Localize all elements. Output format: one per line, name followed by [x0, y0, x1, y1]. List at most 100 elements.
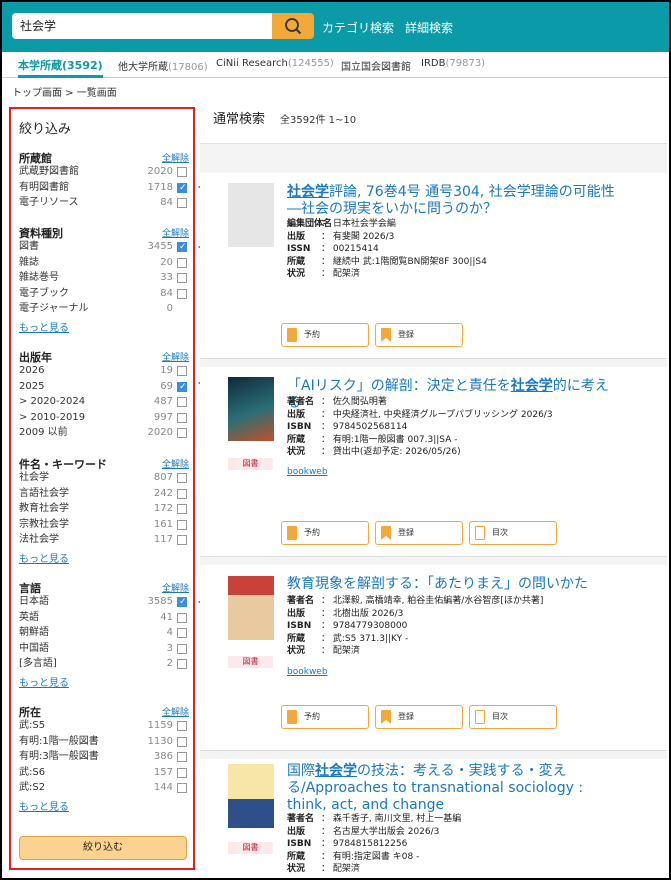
clear-filter-link[interactable]: 全解除 — [162, 457, 189, 470]
filter-checkbox[interactable] — [177, 721, 187, 731]
metadata-key: 所蔵 — [287, 434, 306, 445]
filter-option[interactable]: 電子ジャーナル 0 — [19, 302, 187, 316]
filter-option-label: 日本語 — [19, 596, 49, 607]
bookmark-button[interactable]: 登録 — [375, 323, 463, 347]
filter-option[interactable]: 教育社会学 172 — [19, 502, 187, 516]
filter-option[interactable]: 電子ブック 84 — [19, 287, 187, 301]
filter-checkbox[interactable] — [177, 488, 187, 499]
clear-filter-link[interactable]: 全解除 — [162, 226, 189, 239]
show-more-link[interactable]: もっと見る — [19, 319, 69, 334]
filter-option[interactable]: 有明図書館 1718 — [19, 181, 187, 195]
filter-option-count: 157 — [153, 766, 173, 778]
metadata-value: ： 9784502568114 — [321, 422, 408, 432]
filter-option[interactable]: 武:S2 144 — [19, 781, 187, 795]
filter-checkbox[interactable] — [177, 380, 187, 394]
clear-filter-link[interactable]: 全解除 — [162, 151, 189, 164]
filter-checkbox[interactable] — [177, 783, 187, 794]
filter-checkbox[interactable] — [177, 167, 187, 177]
filter-checkbox[interactable] — [177, 595, 187, 609]
filter-option[interactable]: 電子リソース 84 — [19, 196, 187, 210]
results-summary: 全3592件 1~10 — [280, 115, 357, 126]
filter-checkbox[interactable] — [177, 240, 187, 254]
filter-checkbox[interactable] — [177, 257, 187, 268]
record-title-link[interactable]: 国際社会学の技法：考える・実践する・変える/Approaches to tran… — [287, 763, 612, 814]
filter-checkbox[interactable] — [177, 535, 187, 546]
filter-checkbox[interactable] — [177, 198, 187, 209]
filter-option[interactable]: 社会学 807 — [19, 471, 187, 485]
filter-checkbox[interactable] — [177, 412, 187, 423]
filter-option[interactable]: 有明:1階一般図書 1130 — [19, 735, 187, 749]
filter-option-label: 武:S6 — [19, 766, 46, 778]
filter-option[interactable]: 中国語 3 — [19, 642, 187, 656]
filter-checkbox[interactable] — [177, 288, 187, 299]
tab-irdb[interactable]: IRDB(79873) — [421, 58, 485, 69]
filter-option[interactable]: 2009 以前 2020 — [19, 426, 187, 440]
filter-checkbox[interactable] — [177, 519, 187, 530]
reserve-button[interactable]: 予約 — [281, 323, 369, 347]
bookmark-button[interactable]: 登録 — [375, 705, 463, 729]
filter-option[interactable]: > 2020-2024 487 — [19, 395, 187, 409]
filter-checkbox[interactable] — [177, 397, 187, 408]
tab-cinii[interactable]: CiNii Research(124555) — [216, 58, 334, 69]
filter-option[interactable]: > 2010-2019 997 — [19, 411, 187, 425]
filter-option[interactable]: 図書 3455 — [19, 240, 187, 254]
filter-checkbox[interactable] — [177, 428, 187, 439]
filter-option-label: 中国語 — [19, 642, 49, 654]
filter-option[interactable]: 2026 19 — [19, 364, 187, 378]
metadata-value: ： 配架済 — [321, 646, 360, 656]
apply-filter-button[interactable]: 絞り込む — [19, 836, 187, 860]
filter-checkbox[interactable] — [177, 659, 187, 670]
bookweb-link[interactable]: bookweb — [287, 467, 328, 477]
filter-checkbox[interactable] — [177, 504, 187, 515]
category-search-link[interactable]: カテゴリ検索 — [322, 19, 394, 36]
filter-option[interactable]: 雑誌 20 — [19, 256, 187, 270]
filter-option[interactable]: [多言語] 2 — [19, 657, 187, 671]
search-button[interactable] — [272, 13, 314, 39]
filter-checkbox[interactable] — [177, 366, 187, 376]
toc-button[interactable]: 目次 — [469, 521, 557, 545]
record-title-link[interactable]: 社会学評論, 76巻4号 通号304, 社会学理論の可能性―社会の現実をいかに問… — [287, 184, 617, 218]
clear-filter-link[interactable]: 全解除 — [162, 705, 189, 718]
filter-checkbox[interactable] — [177, 736, 187, 747]
show-more-link[interactable]: もっと見る — [19, 550, 69, 565]
filter-option[interactable]: 武:S5 1159 — [19, 719, 187, 733]
toc-button[interactable]: 目次 — [469, 705, 557, 729]
filter-option[interactable]: 宗教社会学 161 — [19, 518, 187, 532]
filter-option[interactable]: 武:S6 157 — [19, 766, 187, 780]
filter-option[interactable]: 有明:3階一般図書 386 — [19, 750, 187, 764]
type-badge: 図書 — [228, 842, 273, 854]
filter-option[interactable]: 法社会学 117 — [19, 533, 187, 547]
filter-option-label: 2026 — [19, 365, 45, 376]
filter-checkbox[interactable] — [177, 628, 187, 639]
filter-option[interactable]: 朝鮮語 4 — [19, 626, 187, 640]
clear-filter-link[interactable]: 全解除 — [162, 350, 189, 363]
filter-checkbox[interactable] — [177, 643, 187, 654]
filter-checkbox[interactable] — [177, 473, 187, 483]
clear-filter-link[interactable]: 全解除 — [162, 581, 189, 594]
advanced-search-link[interactable]: 詳細検索 — [405, 19, 453, 36]
reserve-button[interactable]: 予約 — [281, 705, 369, 729]
record-title-link[interactable]: 教育現象を解剖する：「あたりまえ」の問いかた — [287, 576, 617, 593]
reserve-button[interactable]: 予約 — [281, 521, 369, 545]
tab-ndl[interactable]: 国立国会図書館 — [341, 58, 411, 73]
filter-option[interactable]: 雑誌巻号 33 — [19, 271, 187, 285]
filter-option-count: 172 — [153, 503, 173, 515]
metadata-value: ： 配架済 — [321, 864, 360, 874]
filter-option[interactable]: 英語 41 — [19, 611, 187, 625]
bookweb-link[interactable]: bookweb — [287, 667, 328, 677]
filter-checkbox[interactable] — [177, 752, 187, 763]
filter-option[interactable]: 武蔵野図書館 2020 — [19, 165, 187, 179]
metadata-key: ISBN — [287, 621, 312, 631]
filter-option[interactable]: 言語社会学 242 — [19, 487, 187, 501]
filter-option[interactable]: 日本語 3585 — [19, 595, 187, 609]
filter-option[interactable]: 2025 69 — [19, 380, 187, 394]
filter-group-heading: 言語 — [19, 582, 41, 595]
filter-checkbox[interactable] — [177, 181, 187, 195]
bookmark-button[interactable]: 登録 — [375, 521, 463, 545]
filter-checkbox[interactable] — [177, 273, 187, 284]
metadata-line: 所蔵 ： 武:S5 371.3||KY - — [287, 633, 543, 646]
filter-checkbox[interactable] — [177, 767, 187, 778]
show-more-link[interactable]: もっと見る — [19, 798, 69, 813]
filter-checkbox[interactable] — [177, 612, 187, 623]
show-more-link[interactable]: もっと見る — [19, 674, 69, 689]
